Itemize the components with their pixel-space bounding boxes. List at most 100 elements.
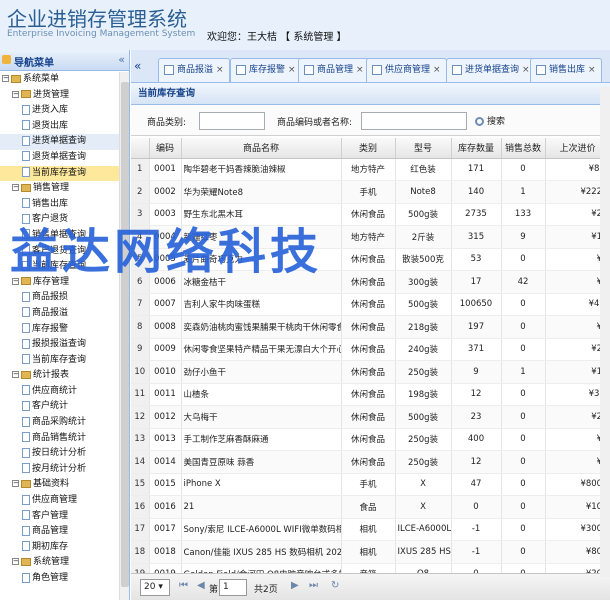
tab[interactable]: 进货单据查询 ×: [446, 58, 536, 82]
close-tab-icon[interactable]: ×: [588, 65, 596, 75]
prev-page-icon[interactable]: ◀: [197, 580, 205, 591]
tree-item[interactable]: 客户统计: [0, 399, 120, 415]
tree-item-label: 报损报溢查询: [32, 339, 87, 350]
last-page-icon[interactable]: ⏭: [309, 580, 318, 591]
tree-item[interactable]: 报损报溢查询: [0, 337, 120, 353]
column-header[interactable]: 类别: [341, 138, 396, 159]
column-header[interactable]: 编码: [149, 138, 182, 159]
tree-item-label: 当前库存查询: [32, 354, 87, 365]
column-header[interactable]: 商品名称: [181, 138, 342, 159]
tree-item[interactable]: 进货入库: [0, 103, 120, 119]
column-header[interactable]: 库存数量: [451, 138, 502, 159]
tree-item-label: 客户管理: [32, 510, 69, 521]
page-size-select[interactable]: 20 ▾: [140, 579, 170, 596]
tree-item[interactable]: 供应商管理: [0, 493, 120, 509]
tree-item[interactable]: 按日统计分析: [0, 446, 120, 462]
table-row[interactable]: 18 0018 Canon/佳能 IXUS 285 HS 数码相机 2020万 相机 I…: [131, 540, 610, 564]
tree-toggle-icon[interactable]: −: [12, 371, 19, 379]
tab[interactable]: 库存报警 ×: [230, 58, 302, 82]
tree-toggle-icon[interactable]: −: [12, 480, 19, 488]
tree-toggle-icon[interactable]: −: [12, 558, 19, 566]
tree-item[interactable]: 退货出库: [0, 119, 120, 135]
table-row[interactable]: 190019Golden Field/金河田 Q8电脑音响台式多媒音箱Q800¥…: [131, 563, 610, 573]
collapse-icon[interactable]: «: [118, 53, 125, 66]
page-number-input[interactable]: 1: [219, 579, 247, 596]
tree-item[interactable]: 供应商统计: [0, 384, 120, 400]
table-row[interactable]: 16 0016 21 食品 X 0 0 ¥103: [131, 495, 610, 519]
tree-item[interactable]: − 进货管理: [0, 88, 120, 104]
close-tab-icon[interactable]: ×: [356, 65, 364, 75]
first-page-icon[interactable]: ⏮: [179, 580, 188, 591]
table-row[interactable]: 140014美国青豆原味 蒜香休闲食品250g装120¥5: [131, 450, 610, 474]
tree-item[interactable]: − 系统菜单: [0, 72, 120, 88]
page-icon: [22, 572, 30, 583]
category-input[interactable]: [199, 112, 265, 130]
table-row[interactable]: 120012大乌梅干休闲食品500g装230¥20: [131, 405, 610, 429]
table-row[interactable]: 130013手工制作芝麻香酥麻通休闲食品250g装4000¥3: [131, 428, 610, 451]
tab[interactable]: 供应商管理 ×: [366, 58, 447, 82]
tab[interactable]: 商品报溢 ×: [158, 58, 230, 82]
code-name-input[interactable]: [361, 112, 467, 130]
scrollbar-thumb[interactable]: [121, 82, 129, 587]
tree-item[interactable]: 商品销售统计: [0, 431, 120, 447]
tree-item-label: 商品报溢: [32, 307, 69, 318]
tab-scroll-left-icon[interactable]: «: [134, 59, 141, 73]
table-row[interactable]: 17 0017 Sony/索尼 ILCE-A6000L WIFI微单数码相机 相机 IL…: [131, 518, 610, 541]
tree-item[interactable]: 销售出库: [0, 197, 120, 213]
table-cell: 地方特产: [341, 158, 396, 181]
search-button[interactable]: 搜索: [475, 114, 505, 127]
table-cell: 0009: [149, 338, 182, 361]
column-header[interactable]: 型号: [395, 138, 452, 159]
tab[interactable]: 商品管理 ×: [298, 58, 370, 82]
page-icon: [22, 463, 30, 474]
tree-item[interactable]: 退货单据查询: [0, 150, 120, 166]
tree-item[interactable]: 进货单据查询: [0, 134, 120, 150]
tree-item[interactable]: 当前库存查询: [0, 165, 120, 182]
table-row[interactable]: 11 0011 山楂条 休闲食品 198g装 12 0 ¥3.2: [131, 383, 610, 406]
tree-item[interactable]: 商品采购统计: [0, 415, 120, 431]
tree-item[interactable]: 商品报溢: [0, 306, 120, 322]
table-cell: 0013: [149, 428, 182, 451]
table-row[interactable]: 80008奕森奶油桃肉蜜饯果脯果干桃肉干休闲零食休闲食品218g装1970¥2: [131, 315, 610, 339]
tree-item[interactable]: 商品管理: [0, 524, 120, 540]
grid-scrollbar[interactable]: [600, 87, 610, 577]
tree-item[interactable]: 期初库存: [0, 540, 120, 556]
folder-icon: [21, 183, 31, 192]
sidebar-scrollbar[interactable]: [119, 72, 129, 600]
tree-item[interactable]: − 系统管理: [0, 555, 120, 571]
tree-item[interactable]: 角色管理: [0, 571, 120, 587]
tree-item[interactable]: 库存报警: [0, 322, 120, 338]
column-header[interactable]: 销售总数: [501, 138, 546, 159]
close-tab-icon[interactable]: ×: [433, 65, 441, 75]
next-page-icon[interactable]: ▶: [291, 580, 299, 591]
tree-item[interactable]: − 统计报表: [0, 368, 120, 384]
table-cell: 手工制作芝麻香酥麻通: [181, 428, 342, 451]
tree-item[interactable]: 客户管理: [0, 509, 120, 525]
table-row[interactable]: 1 0001 陶华碧老干妈香辣脆油辣椒 地方特产 红色装 171 0 ¥8.5: [131, 158, 610, 181]
table-row[interactable]: 90009休闲零食坚果特产精品干果无漂白大个开心果休闲食品240g装3710¥2…: [131, 338, 610, 361]
tree-item[interactable]: 商品报损: [0, 290, 120, 306]
table-row[interactable]: 15 0015 iPhone X 手机 X 47 0 ¥8000: [131, 473, 610, 496]
close-tab-icon[interactable]: ×: [216, 65, 224, 75]
tree-item-label: 当前库存查询: [32, 167, 87, 178]
tree-toggle-icon[interactable]: −: [12, 90, 19, 98]
table-row[interactable]: 7 0007 吉利人家牛肉味蛋糕 休闲食品 500g装 100650 0 ¥4.5: [131, 293, 610, 316]
table-cell: 500g装: [395, 405, 452, 429]
tree-item[interactable]: 当前库存查询: [0, 353, 120, 369]
tree-item[interactable]: − 销售管理: [0, 181, 120, 197]
table-cell: 0: [501, 338, 546, 361]
table-row[interactable]: 100010劲仔小鱼干休闲食品250g装91¥12: [131, 360, 610, 384]
close-tab-icon[interactable]: ×: [288, 65, 296, 75]
tree-item[interactable]: 按月统计分析: [0, 462, 120, 478]
tree-toggle-icon[interactable]: −: [2, 75, 9, 82]
table-cell: 美国青豆原味 蒜香: [181, 450, 342, 474]
tab[interactable]: 销售出库 ×: [530, 58, 602, 82]
table-row[interactable]: 2 0002 华为荣耀Note8 手机 Note8 140 1 ¥2220: [131, 180, 610, 204]
table-cell: 9: [501, 225, 546, 249]
tree-toggle-icon[interactable]: −: [12, 184, 19, 192]
tree-item-label: 基础资料: [33, 479, 70, 490]
close-tab-icon[interactable]: ×: [522, 65, 530, 75]
tree-item[interactable]: − 基础资料: [0, 477, 120, 493]
refresh-icon[interactable]: ↻: [331, 580, 339, 591]
table-cell: 地方特产: [341, 225, 396, 249]
